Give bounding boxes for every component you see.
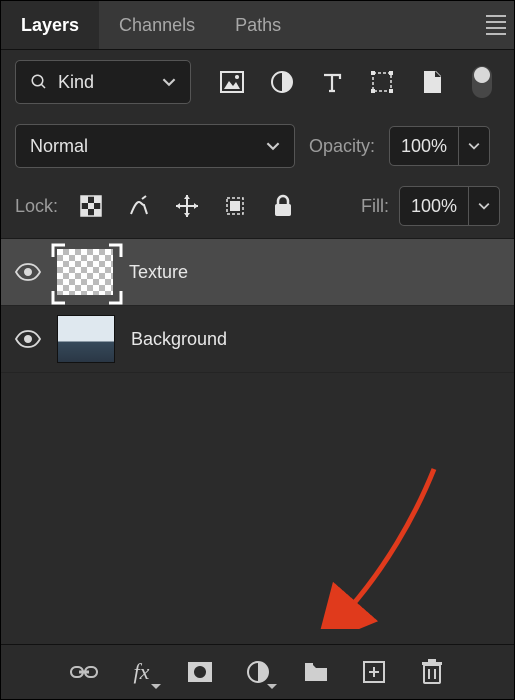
chevron-down-icon	[468, 140, 480, 152]
layers-bottom-bar: fx	[1, 644, 514, 699]
filter-pixel-icon[interactable]	[217, 67, 247, 97]
lock-transparency-icon[interactable]	[76, 191, 106, 221]
blend-mode-value: Normal	[30, 136, 88, 157]
filter-toggle-switch[interactable]	[467, 67, 497, 97]
layer-thumbnail	[57, 249, 113, 295]
tab-channels[interactable]: Channels	[99, 1, 215, 49]
delete-layer-icon[interactable]	[419, 659, 445, 685]
opacity-label: Opacity:	[309, 136, 375, 157]
lock-image-icon[interactable]	[124, 191, 154, 221]
filter-smartobject-icon[interactable]	[417, 67, 447, 97]
lock-artboard-icon[interactable]	[220, 191, 250, 221]
layer-name[interactable]: Background	[131, 329, 227, 350]
chevron-down-icon	[162, 75, 176, 89]
layer-name[interactable]: Texture	[129, 262, 188, 283]
blend-opacity-row: Normal Opacity:	[1, 114, 514, 178]
blend-mode-select[interactable]: Normal	[15, 124, 295, 168]
opacity-dropdown[interactable]	[458, 127, 489, 165]
filter-kind-select[interactable]: Kind	[15, 60, 191, 104]
filter-adjustment-icon[interactable]	[267, 67, 297, 97]
visibility-toggle[interactable]	[15, 259, 41, 285]
layers-list: Texture Background	[1, 239, 514, 373]
lock-all-icon[interactable]	[268, 191, 298, 221]
new-adjustment-layer-icon[interactable]	[245, 659, 271, 685]
opacity-field[interactable]	[389, 126, 490, 166]
fill-field[interactable]	[399, 186, 500, 226]
panel-tabs: Layers Channels Paths	[1, 1, 514, 50]
search-icon	[30, 73, 48, 91]
fill-input[interactable]	[400, 195, 468, 218]
filter-type-icon[interactable]	[317, 67, 347, 97]
layer-thumbnail	[57, 315, 115, 363]
link-layers-icon[interactable]	[71, 659, 97, 685]
lock-position-icon[interactable]	[172, 191, 202, 221]
filter-kind-label: Kind	[58, 72, 94, 93]
filter-shape-icon[interactable]	[367, 67, 397, 97]
lock-fill-row: Lock: Fill:	[1, 178, 514, 239]
layers-panel: Layers Channels Paths Kind	[0, 0, 515, 700]
filter-buttons	[217, 67, 497, 97]
tab-layers[interactable]: Layers	[1, 1, 99, 49]
new-group-icon[interactable]	[303, 659, 329, 685]
annotation-arrow	[314, 459, 444, 629]
chevron-down-icon	[478, 200, 490, 212]
fill-group: Fill:	[361, 186, 500, 226]
layer-row-background[interactable]: Background	[1, 306, 514, 373]
new-layer-icon[interactable]	[361, 659, 387, 685]
chevron-down-icon	[266, 139, 280, 153]
layer-thumb-frame	[57, 249, 113, 295]
visibility-toggle[interactable]	[15, 326, 41, 352]
add-mask-icon[interactable]	[187, 659, 213, 685]
opacity-input[interactable]	[390, 135, 458, 158]
fill-dropdown[interactable]	[468, 187, 499, 225]
tab-paths[interactable]: Paths	[215, 1, 301, 49]
filter-row: Kind	[1, 50, 514, 114]
lock-buttons	[76, 191, 298, 221]
lock-label: Lock:	[15, 196, 58, 217]
fill-label: Fill:	[361, 196, 389, 217]
layer-effects-icon[interactable]: fx	[129, 659, 155, 685]
layer-row-texture[interactable]: Texture	[1, 239, 514, 306]
panel-menu-icon[interactable]	[472, 1, 514, 49]
